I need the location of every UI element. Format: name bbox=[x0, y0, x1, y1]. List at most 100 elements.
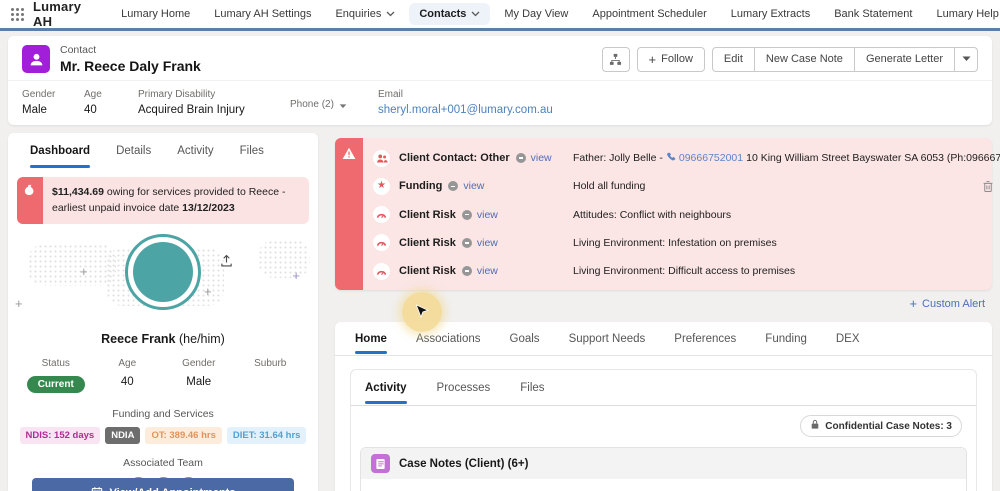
tab-activity-sub[interactable]: Activity bbox=[365, 370, 407, 405]
alert-detail: Father: Jolly Belle - 09666752001 10 Kin… bbox=[573, 152, 1000, 164]
stat-status: Status Current bbox=[20, 358, 92, 393]
more-actions-button[interactable] bbox=[954, 46, 978, 72]
page-title: Mr. Reece Daly Frank bbox=[60, 58, 201, 74]
avatar[interactable] bbox=[125, 233, 201, 310]
owing-alert: $11,434.69 owing for services provided t… bbox=[17, 177, 309, 224]
tab-processes[interactable]: Processes bbox=[437, 370, 491, 405]
profile-stats: Status Current Age 40 Gender Male Suburb bbox=[8, 358, 318, 393]
tab-associations[interactable]: Associations bbox=[416, 322, 481, 355]
tab-files[interactable]: Files bbox=[240, 133, 264, 169]
tab-support-needs[interactable]: Support Needs bbox=[569, 322, 646, 355]
generate-letter-button[interactable]: Generate Letter bbox=[853, 46, 955, 72]
tab-dex[interactable]: DEX bbox=[836, 322, 860, 355]
field-email: Email sheryl.moral+001@lumary.com.au bbox=[378, 89, 553, 116]
header-button-group: Edit New Case Note Generate Letter bbox=[711, 46, 978, 72]
plus-decoration: + bbox=[204, 283, 212, 299]
alerts-severity-bar bbox=[335, 138, 363, 290]
alert-detail: Living Environment: Infestation on premi… bbox=[573, 236, 777, 249]
view-link[interactable]: view bbox=[463, 180, 484, 192]
ndis-badge: NDIS: 152 days bbox=[19, 426, 101, 444]
home-tab-panel: Activity Processes Files Confidential Ca… bbox=[350, 369, 977, 491]
chevron-down-icon bbox=[386, 8, 395, 20]
owing-alert-bar bbox=[17, 177, 43, 224]
associated-team-title: Associated Team bbox=[123, 456, 203, 469]
dot-pattern bbox=[28, 243, 116, 286]
alert-detail: Attitudes: Conflict with neighbours bbox=[573, 208, 732, 221]
tab-funding[interactable]: Funding bbox=[765, 322, 807, 355]
risk-gauge-icon bbox=[373, 262, 390, 280]
info-badge-icon bbox=[448, 181, 459, 192]
info-badge-icon bbox=[515, 153, 526, 163]
custom-alert-link[interactable]: + Custom Alert bbox=[909, 297, 985, 310]
nav-item-lumary-help-feedback[interactable]: Lumary Help & Feedback bbox=[926, 3, 1000, 25]
view-add-appointments-button[interactable]: View/Add Appointments bbox=[32, 478, 294, 491]
case-notes-header[interactable]: Case Notes (Client) (6+) bbox=[361, 448, 966, 479]
edit-button[interactable]: Edit bbox=[711, 46, 755, 72]
tab-activity[interactable]: Activity bbox=[177, 133, 213, 169]
confidential-case-notes-badge[interactable]: Confidential Case Notes: 3 bbox=[800, 415, 962, 437]
ot-badge: OT: 389.46 hrs bbox=[145, 426, 222, 444]
view-link[interactable]: view bbox=[477, 209, 498, 221]
view-link[interactable]: view bbox=[477, 265, 498, 277]
upload-photo-icon[interactable] bbox=[220, 254, 233, 272]
app-launcher-icon[interactable] bbox=[10, 3, 25, 25]
tab-details[interactable]: Details bbox=[116, 133, 151, 169]
nav-item-lumary-home[interactable]: Lumary Home bbox=[111, 3, 200, 25]
case-notes-card: Case Notes (Client) (6+) bbox=[360, 447, 967, 491]
app-window: Lumary AH Lumary Home Lumary AH Settings… bbox=[0, 0, 1000, 491]
plus-decoration: + bbox=[15, 295, 23, 311]
new-case-note-button[interactable]: New Case Note bbox=[753, 46, 855, 72]
confidential-badge-row: Confidential Case Notes: 3 bbox=[351, 406, 976, 443]
org-chart-button[interactable] bbox=[601, 46, 630, 72]
alert-detail: Living Environment: Difficult access to … bbox=[573, 265, 796, 277]
stat-gender: Gender Male bbox=[182, 357, 216, 388]
tab-files-sub[interactable]: Files bbox=[520, 370, 544, 405]
nav-item-appointment-scheduler[interactable]: Appointment Scheduler bbox=[582, 3, 716, 25]
phone-link[interactable]: 09666752001 bbox=[679, 152, 743, 164]
lock-icon bbox=[810, 419, 820, 433]
alert-row-client-contact: Client Contact: Other view Father: Jolly… bbox=[373, 145, 1000, 171]
contact-entity: Contact Mr. Reece Daly Frank bbox=[22, 44, 201, 74]
brand-divider bbox=[0, 28, 1000, 31]
header-actions: + Follow Edit New Case Note Generate Lett… bbox=[601, 46, 978, 72]
field-phone-dropdown[interactable]: Phone (2) bbox=[290, 85, 378, 116]
trash-icon[interactable] bbox=[982, 180, 994, 193]
owing-alert-text: $11,434.69 owing for services provided t… bbox=[52, 186, 286, 215]
nav-item-contacts[interactable]: Contacts bbox=[409, 3, 491, 25]
nav-item-enquiries[interactable]: Enquiries bbox=[325, 3, 405, 25]
view-link[interactable]: view bbox=[477, 237, 498, 249]
dot-pattern bbox=[258, 239, 310, 278]
tab-home[interactable]: Home bbox=[355, 322, 387, 355]
nav-item-lumary-ah-settings[interactable]: Lumary AH Settings bbox=[204, 3, 321, 25]
alert-row-client-risk-1: Client Risk view Attitudes: Conflict wit… bbox=[373, 202, 1000, 228]
contact-highlight-fields: Gender Male Age 40 Primary Disability Ac… bbox=[8, 80, 992, 116]
contact-header-top: Contact Mr. Reece Daly Frank + Follow Edi… bbox=[8, 36, 992, 80]
mouse-cursor-icon bbox=[415, 304, 429, 319]
alerts-rows: Client Contact: Other view Father: Jolly… bbox=[363, 138, 1000, 290]
nav-item-bank-statement[interactable]: Bank Statement bbox=[824, 3, 922, 25]
plus-decoration: + bbox=[80, 263, 88, 279]
tab-dashboard[interactable]: Dashboard bbox=[30, 133, 91, 169]
risk-gauge-icon bbox=[373, 234, 390, 252]
info-badge-icon bbox=[461, 237, 472, 248]
email-link[interactable]: sheryl.moral+001@lumary.com.au bbox=[378, 104, 553, 116]
profile-name: Reece Frank (he/him) bbox=[101, 331, 225, 346]
global-nav: Lumary AH Lumary Home Lumary AH Settings… bbox=[0, 0, 1000, 29]
alert-detail: Hold all funding bbox=[573, 180, 1000, 193]
warning-triangle-icon bbox=[342, 147, 356, 290]
view-link[interactable]: view bbox=[531, 152, 552, 164]
plus-decoration: + bbox=[292, 267, 300, 283]
nav-item-my-day-view[interactable]: My Day View bbox=[494, 3, 578, 25]
field-gender: Gender Male bbox=[22, 89, 56, 116]
tab-preferences[interactable]: Preferences bbox=[674, 322, 736, 355]
tab-goals[interactable]: Goals bbox=[510, 322, 540, 355]
follow-button[interactable]: + Follow bbox=[636, 46, 705, 72]
alert-row-client-risk-3: Client Risk view Living Environment: Dif… bbox=[373, 258, 1000, 284]
contact-alert-icon bbox=[373, 149, 390, 167]
field-primary-disability: Primary Disability Acquired Brain Injury bbox=[138, 89, 245, 116]
stat-age: Age 40 bbox=[118, 357, 137, 388]
profile-tabs: Dashboard Details Activity Files bbox=[8, 133, 318, 169]
chevron-down-icon bbox=[339, 96, 347, 114]
case-notes-icon bbox=[371, 454, 390, 473]
nav-item-lumary-extracts[interactable]: Lumary Extracts bbox=[721, 3, 820, 25]
